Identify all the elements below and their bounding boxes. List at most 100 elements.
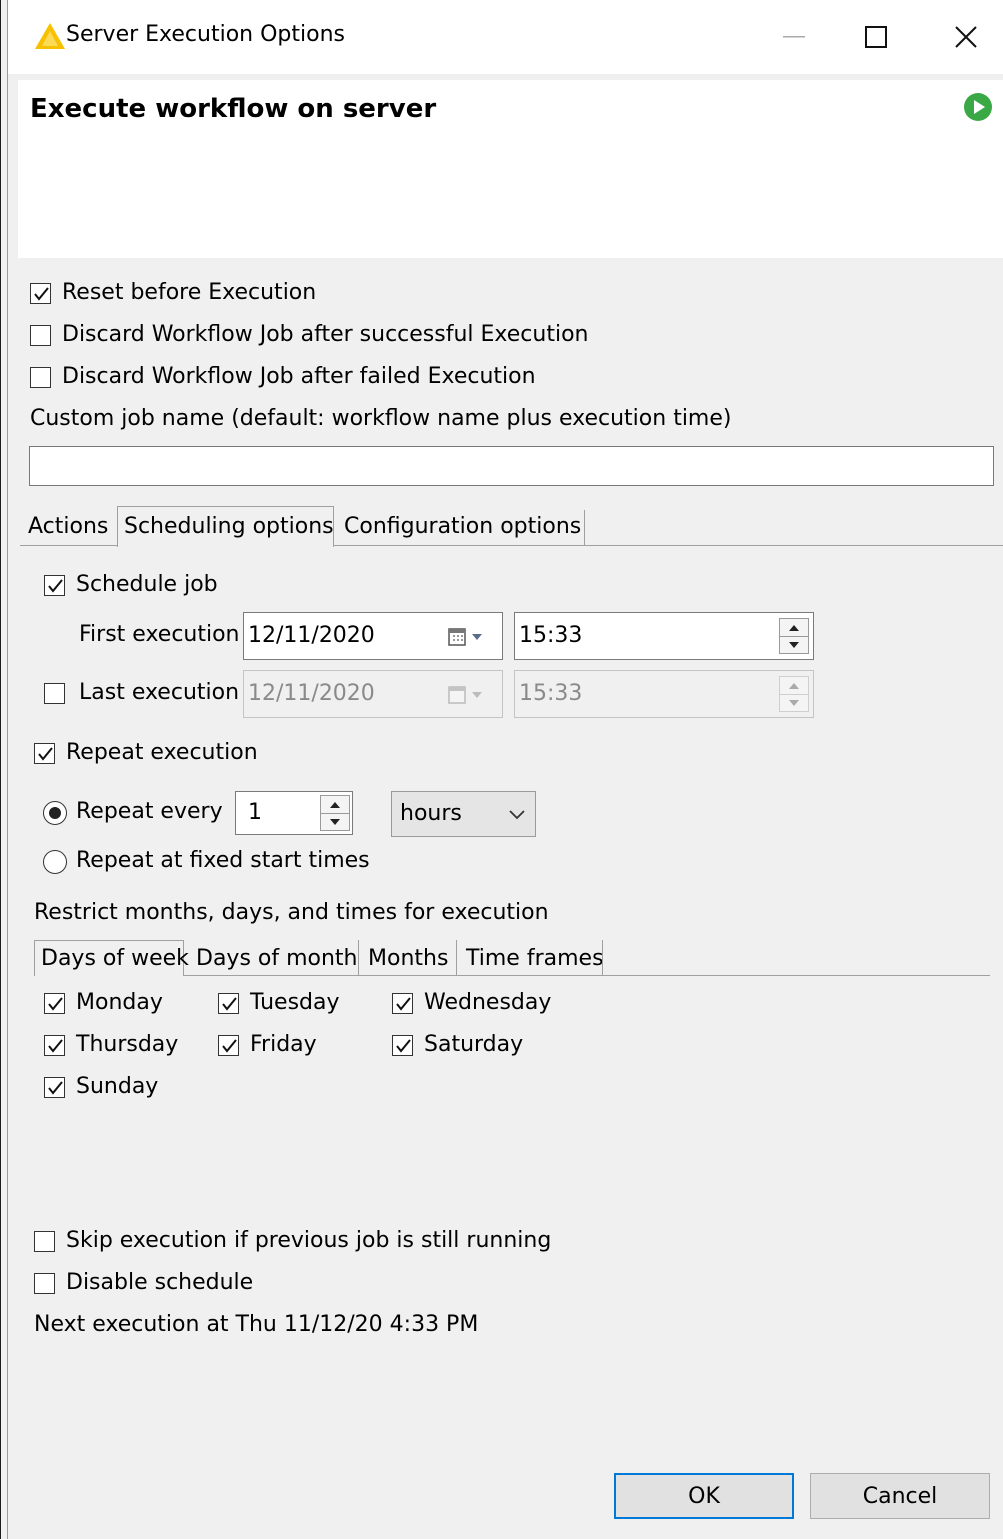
spinner-up-icon[interactable] [321,796,349,814]
tuesday-label: Tuesday [250,990,340,1015]
cancel-button[interactable]: Cancel [810,1473,990,1519]
first-execution-time[interactable]: 15:33 [514,612,814,660]
last-time-spinner [779,676,809,712]
chevron-down-icon [509,810,525,820]
subtab-time-frames[interactable]: Time frames [460,946,610,972]
last-execution-date: 12/11/2020 [243,670,503,718]
window-border-inner [7,0,8,1539]
reset-before-label: Reset before Execution [62,280,317,305]
checkmark-icon [48,997,63,1011]
tab-actions[interactable]: Actions [22,514,114,540]
thursday-label: Thursday [76,1032,179,1057]
checkmark-icon [38,747,53,761]
radio-dot [49,807,61,819]
spinner-up-icon[interactable] [780,619,808,637]
subtab-days-of-week[interactable]: Days of week [35,946,195,972]
tab-configuration[interactable]: Configuration options [338,514,587,540]
checkmark-icon [48,1081,63,1095]
maximize-button[interactable] [846,12,906,62]
repeat-every-label: Repeat every [76,799,223,824]
close-icon [955,26,977,48]
last-execution-date-value: 12/11/2020 [248,681,375,706]
minimize-icon [783,36,805,38]
window-border [0,0,1,1539]
restrict-label: Restrict months, days, and times for exe… [34,900,549,925]
subtab-days-of-month[interactable]: Days of month [190,946,364,972]
repeat-every-input[interactable]: 1 [235,791,353,835]
tuesday-checkbox[interactable] [218,993,239,1014]
subtab-divider [456,940,457,975]
saturday-checkbox[interactable] [392,1035,413,1056]
last-execution-checkbox[interactable] [44,683,65,704]
close-button[interactable] [936,12,996,62]
repeat-fixed-radio[interactable] [43,850,67,874]
discard-failed-label: Discard Workflow Job after failed Execut… [62,364,536,389]
minimize-button[interactable] [764,12,824,62]
disable-schedule-label: Disable schedule [66,1270,254,1295]
subtab-months[interactable]: Months [362,946,454,972]
sunday-checkbox[interactable] [44,1077,65,1098]
repeat-execution-label: Repeat execution [66,740,258,765]
ok-button[interactable]: OK [614,1473,794,1519]
monday-label: Monday [76,990,163,1015]
repeat-unit-select[interactable]: hours [391,791,536,837]
first-execution-date[interactable]: 12/11/2020 [243,612,503,660]
skip-running-checkbox[interactable] [34,1231,55,1252]
friday-label: Friday [250,1032,317,1057]
header-title: Execute workflow on server [30,94,437,124]
first-execution-time-value: 15:33 [519,623,583,648]
repeat-every-value: 1 [248,800,262,825]
custom-job-input[interactable] [29,446,994,486]
last-execution-time-value: 15:33 [519,681,583,706]
cancel-button-label: Cancel [862,1483,938,1509]
checkmark-icon [396,997,411,1011]
spinner-up-icon [780,677,808,695]
checkmark-icon [222,997,237,1011]
first-time-spinner[interactable] [779,618,809,654]
last-execution-time: 15:33 [514,670,814,718]
calendar-dropdown-icon[interactable] [448,627,488,647]
next-execution-text: Next execution at Thu 11/12/20 4:33 PM [34,1312,479,1337]
schedule-job-checkbox[interactable] [44,575,65,596]
checkmark-icon [34,287,49,301]
run-icon [964,93,992,121]
warning-icon [35,23,65,49]
checkmark-icon [222,1039,237,1053]
reset-before-checkbox[interactable] [30,283,51,304]
disable-schedule-checkbox[interactable] [34,1273,55,1294]
header-panel: Execute workflow on server [18,80,1003,258]
skip-running-label: Skip execution if previous job is still … [66,1228,552,1253]
tab-scheduling[interactable]: Scheduling options [118,514,340,540]
repeat-execution-checkbox[interactable] [34,743,55,764]
first-execution-date-value: 12/11/2020 [248,623,375,648]
friday-checkbox[interactable] [218,1035,239,1056]
checkmark-icon [48,1039,63,1053]
discard-success-label: Discard Workflow Job after successful Ex… [62,322,589,347]
spinner-down-icon[interactable] [780,636,808,653]
subtab-divider [602,940,603,975]
repeat-every-radio[interactable] [43,801,67,825]
checkmark-icon [48,579,63,593]
saturday-label: Saturday [424,1032,524,1057]
last-execution-label: Last execution [79,680,240,705]
title-bar[interactable]: Server Execution Options [8,0,1003,74]
repeat-unit-value: hours [400,801,462,826]
custom-job-label: Custom job name (default: workflow name … [30,406,732,431]
monday-checkbox[interactable] [44,993,65,1014]
schedule-job-label: Schedule job [76,572,218,597]
checkmark-icon [396,1039,411,1053]
spinner-down-icon[interactable] [321,813,349,830]
thursday-checkbox[interactable] [44,1035,65,1056]
discard-success-checkbox[interactable] [30,325,51,346]
discard-failed-checkbox[interactable] [30,367,51,388]
first-execution-label: First execution [79,622,240,647]
repeat-fixed-label: Repeat at fixed start times [76,848,370,873]
ok-button-label: OK [688,1483,720,1509]
repeat-spinner[interactable] [320,795,350,831]
wednesday-checkbox[interactable] [392,993,413,1014]
window-title: Server Execution Options [66,22,345,47]
calendar-dropdown-icon [448,686,482,704]
maximize-icon [865,26,887,48]
tab-divider [584,510,585,545]
wednesday-label: Wednesday [424,990,552,1015]
